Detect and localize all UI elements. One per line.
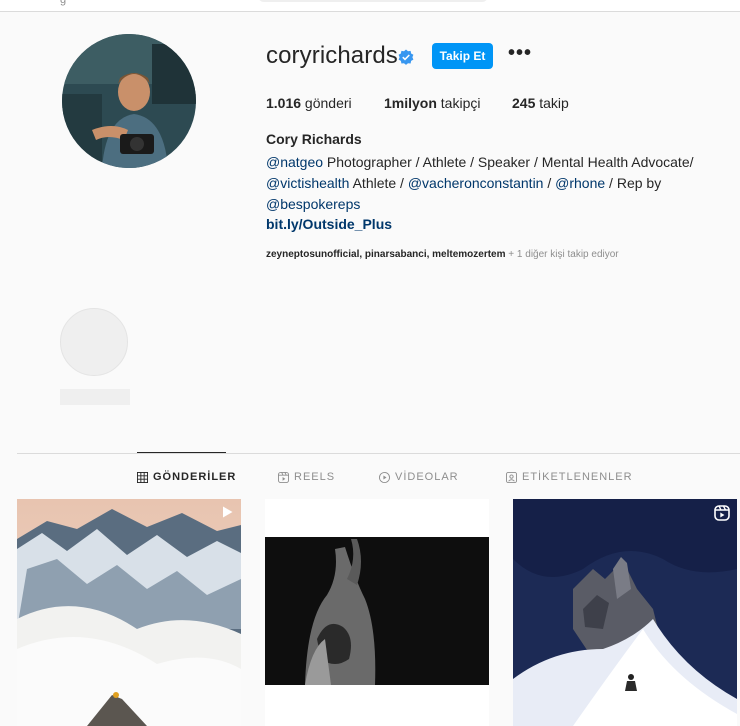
avatar-photo (62, 34, 196, 168)
tab-reels-label: REELS (294, 471, 336, 483)
grid-icon (137, 471, 148, 483)
post-image-climber (513, 499, 737, 726)
followers-label: takipçi (436, 95, 481, 111)
profile-full-name: Cory Richards (266, 131, 362, 147)
story-highlight-placeholder (60, 308, 128, 376)
followers-count: 1milyon (384, 95, 437, 111)
bio-text: / (543, 175, 556, 191)
followed-by-names: zeyneptosunofficial, pinarsabanci, melte… (266, 249, 506, 260)
search-input[interactable] (258, 0, 488, 2)
bio-text: Photographer / Athlete / Speaker / Menta… (323, 154, 694, 170)
posts-stat: 1.016 gönderi (266, 95, 352, 111)
tagged-icon (506, 471, 517, 483)
bio-mention-victishealth[interactable]: @victishealth (266, 175, 349, 191)
profile-external-link[interactable]: bit.ly/Outside_Plus (266, 216, 392, 232)
reels-icon (278, 471, 289, 483)
bio-text: / Rep by (605, 175, 662, 191)
bio-mention-rhone[interactable]: @rhone (555, 175, 605, 191)
followed-by-text[interactable]: zeyneptosunofficial, pinarsabanci, melte… (266, 249, 619, 260)
post-thumbnail[interactable] (513, 499, 737, 726)
following-count: 245 (512, 95, 536, 111)
tab-posts[interactable]: GÖNDERİLER (137, 471, 236, 483)
tab-tagged[interactable]: ETİKETLENENLER (506, 471, 633, 483)
more-options-icon[interactable]: ••• (508, 42, 532, 65)
bio-mention-vacheronconstantin[interactable]: @vacheronconstantin (408, 175, 544, 191)
play-circle-icon (379, 471, 390, 483)
posts-count: 1.016 (266, 95, 302, 111)
bio-text: Athlete / (349, 175, 408, 191)
top-navigation-bar: g (0, 0, 740, 12)
bio-mention-natgeo[interactable]: @natgeo (266, 154, 323, 170)
active-tab-indicator (137, 452, 226, 453)
posts-label: gönderi (301, 95, 352, 111)
bio-mention-bespokereps[interactable]: @bespokereps (266, 196, 360, 212)
tab-videos-label: VİDEOLAR (395, 471, 459, 483)
following-stat[interactable]: 245 takip (512, 95, 569, 111)
top-bar-fragment: g (60, 0, 67, 6)
followers-stat[interactable]: 1milyon takipçi (384, 95, 480, 111)
tabs-divider (17, 453, 740, 454)
profile-bio: @natgeo Photographer / Athlete / Speaker… (266, 152, 716, 215)
follow-button[interactable]: Takip Et (432, 43, 493, 69)
post-thumbnail[interactable] (265, 499, 489, 726)
tab-tagged-label: ETİKETLENENLER (522, 471, 633, 483)
following-label: takip (535, 95, 569, 111)
tab-posts-label: GÖNDERİLER (153, 471, 237, 483)
reels-icon (714, 505, 730, 521)
profile-username: coryrichards (266, 42, 398, 69)
followed-by-more: + 1 diğer kişi takip ediyor (505, 249, 619, 260)
profile-avatar[interactable] (62, 34, 196, 168)
post-thumbnail[interactable] (17, 499, 241, 726)
verified-badge-icon (398, 49, 414, 65)
post-image-portrait (265, 499, 489, 726)
video-icon (223, 506, 233, 518)
tab-videos[interactable]: VİDEOLAR (379, 471, 459, 483)
post-image-mountains (17, 499, 241, 726)
story-highlight-label-placeholder (60, 389, 130, 405)
tab-reels[interactable]: REELS (278, 471, 335, 483)
